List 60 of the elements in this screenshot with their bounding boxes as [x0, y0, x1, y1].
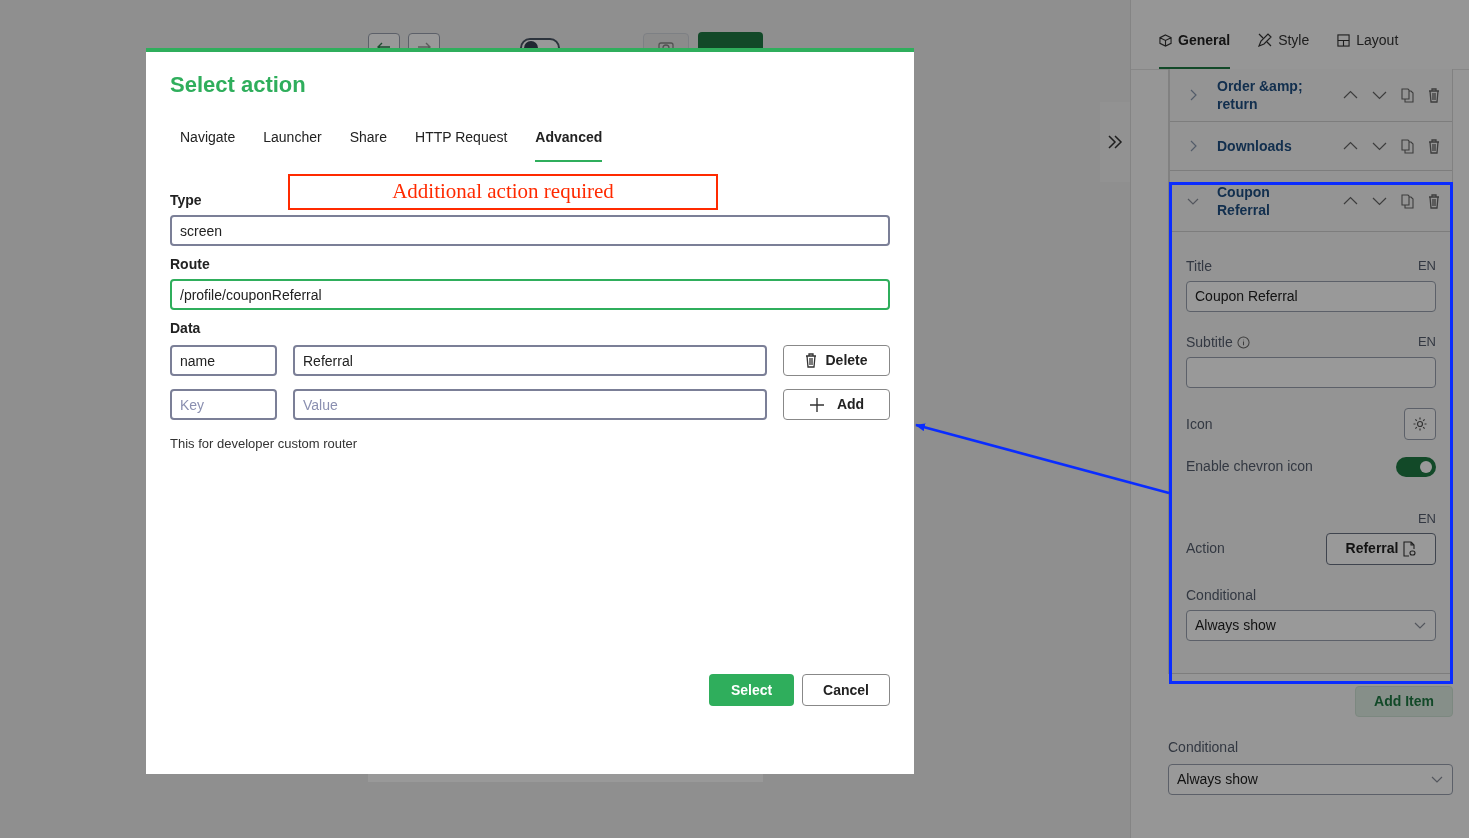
plus-icon [808, 396, 825, 413]
item-title[interactable]: Order &amp; return [1217, 77, 1317, 113]
value-field[interactable]: Referral [293, 345, 767, 376]
language-label: EN [1417, 333, 1436, 351]
annotation-box: Additional action required [288, 174, 718, 210]
field-label: Action [1186, 539, 1225, 558]
field-label: Icon [1186, 414, 1213, 434]
action-tab[interactable]: HTTP Request [415, 127, 508, 162]
field-label: Data [170, 319, 201, 338]
title-field[interactable]: Coupon Referral [1186, 281, 1436, 312]
move-up-icon[interactable] [1343, 196, 1358, 206]
cube-icon [1159, 33, 1172, 47]
action-tab[interactable]: Advanced [535, 127, 603, 162]
field-label: Enable chevron icon [1186, 457, 1313, 476]
move-down-icon[interactable] [1372, 90, 1387, 100]
move-up-icon[interactable] [1343, 90, 1358, 100]
language-label: EN [1417, 257, 1436, 275]
action-tab[interactable]: Launcher [263, 127, 322, 162]
copy-icon[interactable] [1401, 193, 1414, 209]
field-label: Subtitle [1186, 333, 1233, 352]
field-label: Conditional [1186, 585, 1257, 605]
subtitle-field[interactable] [1186, 357, 1436, 388]
field-label: Type [170, 191, 202, 210]
item-title[interactable]: Downloads [1217, 137, 1317, 155]
key-field[interactable]: name [170, 345, 277, 376]
field-label: Route [170, 255, 210, 274]
conditional-select[interactable]: Always show [1168, 763, 1453, 795]
chevron-toggle[interactable] [1396, 456, 1436, 477]
panel-tab[interactable]: Style [1258, 25, 1310, 69]
key-field[interactable]: Key [170, 389, 277, 420]
add-button[interactable]: Add [783, 389, 890, 420]
field-label: Title [1186, 257, 1212, 276]
value-field[interactable]: Value [293, 389, 767, 420]
action-tab[interactable]: Navigate [180, 127, 236, 162]
layout-icon [1337, 33, 1351, 47]
help-text: This for developer custom router [170, 435, 358, 453]
action-button[interactable]: Referral [1326, 532, 1436, 565]
move-down-icon[interactable] [1372, 196, 1387, 206]
dialog-title: Select action [170, 71, 307, 99]
cancel-button[interactable]: Cancel [802, 674, 890, 706]
double-chevron-right-icon [1107, 134, 1123, 150]
icon-picker-button[interactable] [1404, 408, 1436, 440]
copy-icon[interactable] [1401, 138, 1414, 154]
move-up-icon[interactable] [1343, 141, 1358, 151]
field-label: Conditional [1168, 737, 1239, 757]
action-tab[interactable]: Share [349, 127, 387, 162]
trash-icon[interactable] [805, 353, 818, 368]
copy-icon[interactable] [1401, 87, 1414, 103]
language-label: EN [1417, 510, 1436, 528]
item-title[interactable]: Coupon Referral [1217, 183, 1317, 219]
move-down-icon[interactable] [1372, 141, 1387, 151]
pencil-ruler-icon [1258, 33, 1273, 47]
conditional-select[interactable]: Always show [1186, 609, 1436, 641]
document-link-icon [1402, 540, 1417, 557]
route-field[interactable]: /profile/couponReferral [170, 279, 890, 310]
info-icon [1236, 336, 1250, 349]
delete-button[interactable]: Delete [783, 345, 890, 376]
settings-icon [1412, 416, 1428, 432]
type-field[interactable]: screen [170, 215, 890, 246]
panel-tab[interactable]: Layout [1337, 25, 1399, 69]
